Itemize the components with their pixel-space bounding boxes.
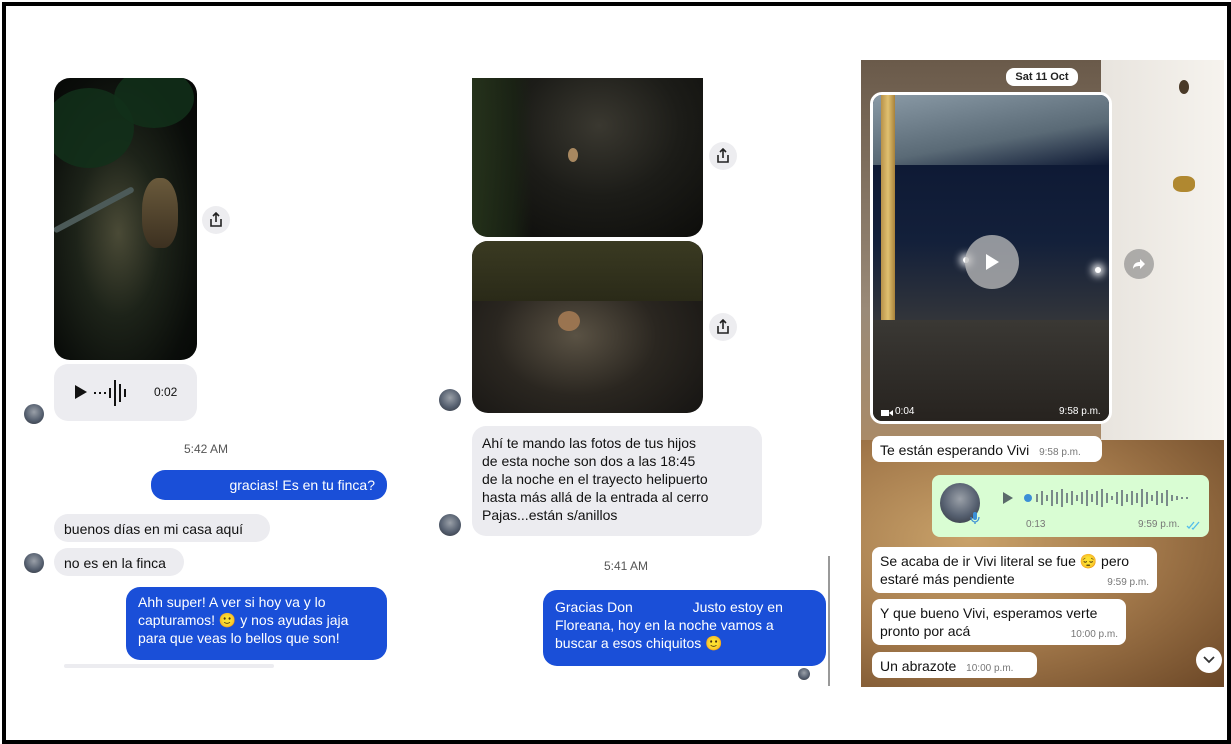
message-text: Un abrazote <box>880 658 957 674</box>
microphone-icon <box>970 512 980 524</box>
play-button[interactable] <box>965 235 1019 289</box>
incoming-message: Se acaba de ir Vivi literal se fue 😔 per… <box>872 547 1157 593</box>
message-line: Floreana, hoy en la noche vamos a <box>555 617 774 633</box>
play-icon[interactable] <box>74 384 88 400</box>
message-text: pronto por acá <box>880 623 971 639</box>
video-time: 9:58 p.m. <box>1059 406 1101 417</box>
message-line: Y que bueno Vivi, esperamos verte <box>880 605 1098 621</box>
message-line-last: estaré más pendiente 9:59 p.m. <box>880 570 1149 588</box>
road-photo-1[interactable] <box>472 78 703 237</box>
waveform-icon <box>94 380 126 406</box>
share-icon <box>717 148 729 163</box>
message-time: 10:00 p.m. <box>966 663 1014 674</box>
avatar <box>439 389 461 411</box>
road-photo-2[interactable] <box>472 241 703 413</box>
video-duration: 0:04 <box>895 406 915 417</box>
message-timestamp: 5:41 AM <box>603 559 649 573</box>
screenshot-frame: 0:02 5:42 AM gracias! Es en tu finca? bu… <box>2 2 1231 744</box>
outgoing-message: gracias! Es en tu finca? <box>151 470 387 500</box>
message-time: 9:58 p.m. <box>1039 447 1081 458</box>
waveform-icon[interactable] <box>1024 487 1196 509</box>
outgoing-voice-message[interactable]: 0:13 9:59 p.m. <box>932 475 1209 537</box>
incoming-message: Te están esperando Vivi 9:58 p.m. <box>872 436 1102 462</box>
message-line: Se acaba de ir Vivi literal se fue 😔 per… <box>880 553 1130 569</box>
incoming-message: Ahí te mando las fotos de tus hijos de e… <box>472 426 762 536</box>
message-line: para que veas lo bellos que son! <box>138 630 340 646</box>
message-text: buenos días en mi casa aquí <box>64 521 244 537</box>
message-text: Te están esperando Vivi <box>880 442 1030 458</box>
share-button[interactable] <box>709 313 737 341</box>
read-receipt-avatar <box>798 668 810 680</box>
message-line: hasta más allá de la entrada al cerro <box>482 489 709 505</box>
door-background <box>1101 60 1224 460</box>
message-text: Justo estoy en <box>692 599 783 615</box>
message-text: no es en la finca <box>64 555 166 571</box>
avatar <box>24 404 44 424</box>
message-line: Ahh super! A ver si hoy va y lo <box>138 594 326 610</box>
message-line: de esta noche son dos a las 18:45 <box>482 453 696 469</box>
message-timestamp: 5:42 AM <box>183 442 229 456</box>
avatar <box>439 514 461 536</box>
message-text: gracias! Es en tu finca? <box>229 477 375 493</box>
voice-duration: 0:02 <box>154 385 178 399</box>
awning <box>873 95 1109 165</box>
outgoing-message: Gracias Don Justo estoy en Floreana, hoy… <box>543 590 826 666</box>
avatar <box>24 553 44 573</box>
share-icon <box>717 319 729 334</box>
scrollbar[interactable] <box>828 556 830 686</box>
incoming-message: no es en la finca <box>54 548 184 576</box>
message-line-first: Gracias Don Justo estoy en <box>555 598 814 616</box>
double-check-icon <box>1186 521 1200 530</box>
message-time: 10:00 p.m. <box>1070 629 1118 640</box>
owl-photo[interactable] <box>54 78 197 360</box>
video-message[interactable]: 0:04 9:58 p.m. <box>870 92 1112 424</box>
voice-message[interactable]: 0:02 <box>54 364 197 421</box>
message-text: estaré más pendiente <box>880 571 1015 587</box>
share-icon <box>210 212 222 227</box>
incoming-message: Y que bueno Vivi, esperamos verte pronto… <box>872 599 1126 645</box>
incoming-message: buenos días en mi casa aquí <box>54 514 270 542</box>
voice-time: 9:59 p.m. <box>1138 519 1180 530</box>
message-line: Ahí te mando las fotos de tus hijos <box>482 435 697 451</box>
owl-on-road <box>558 311 580 331</box>
play-icon[interactable] <box>1002 491 1014 505</box>
message-time: 9:59 p.m. <box>1107 577 1149 588</box>
forward-button[interactable] <box>1124 249 1154 279</box>
share-button[interactable] <box>709 142 737 170</box>
video-camera-icon <box>881 410 893 416</box>
message-line: buscar a esos chiquitos 🙂 <box>555 635 723 651</box>
scroll-to-bottom-button[interactable] <box>1196 647 1222 673</box>
message-line: Pajas...están s/anillos <box>482 507 618 523</box>
owl-figure <box>142 178 178 248</box>
next-message-preview <box>64 664 274 668</box>
message-line: de la noche en el trayecto helipuerto <box>482 471 708 487</box>
outgoing-message: Ahh super! A ver si hoy va y lo capturam… <box>126 587 387 660</box>
bamboo-pole <box>881 95 895 345</box>
redacted-name <box>636 601 689 616</box>
message-line-last: pronto por acá 10:00 p.m. <box>880 622 1118 640</box>
message-text: Gracias Don <box>555 599 633 615</box>
chevron-down-icon <box>1203 656 1215 664</box>
message-line: capturamos! 🙂 y nos ayudas jaja <box>138 612 349 628</box>
incoming-message: Un abrazote 10:00 p.m. <box>872 652 1037 678</box>
owl-on-road <box>568 148 578 162</box>
date-separator: Sat 11 Oct <box>1006 68 1078 86</box>
share-button[interactable] <box>202 206 230 234</box>
forward-icon <box>1133 259 1145 269</box>
play-icon <box>986 254 999 270</box>
voice-duration: 0:13 <box>1026 519 1046 530</box>
